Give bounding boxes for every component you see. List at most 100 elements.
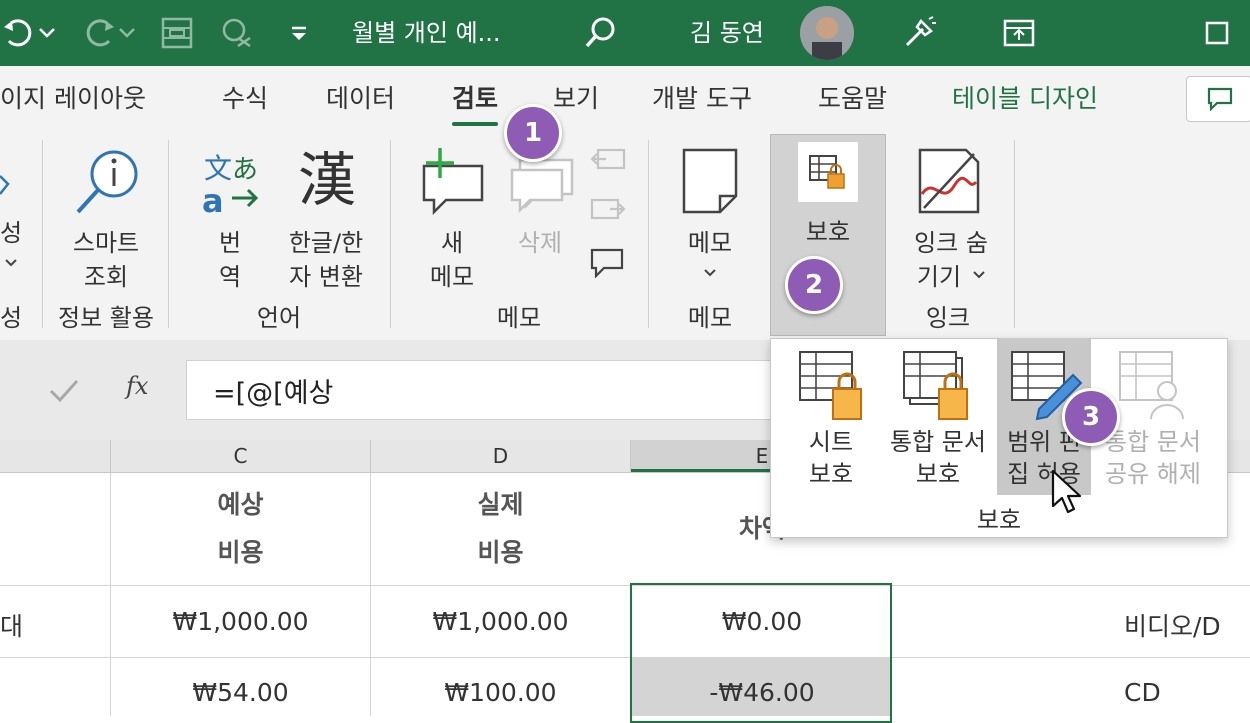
group-label-language: 언어	[256, 304, 302, 332]
hanja-icon: 漢	[297, 146, 356, 214]
protect-workbook-label-2: 보호	[915, 460, 961, 488]
maximize-icon[interactable]	[1198, 14, 1236, 52]
table-cell[interactable]: ₩0.00	[631, 607, 893, 636]
group-divider	[1014, 140, 1015, 328]
protect-sheet-icon	[809, 155, 845, 189]
tab-review[interactable]: 검토	[452, 66, 499, 130]
step-badge-2: 2	[785, 256, 843, 314]
user-name: 김 동연	[690, 19, 764, 47]
protect-sheet-button[interactable]: 시트 보호	[783, 345, 879, 495]
new-comment-label-2: 메모	[429, 263, 475, 291]
tab-data[interactable]: 데이터	[326, 66, 395, 130]
tab-view[interactable]: 보기	[553, 66, 599, 130]
group-label-insights: 정보 활용	[58, 304, 154, 332]
smart-lookup-button[interactable]: 스마트 조회	[58, 140, 154, 291]
notes-button[interactable]: 메모	[668, 140, 752, 290]
enter-check-icon[interactable]	[48, 378, 80, 404]
table-cell[interactable]: ₩1,000.00	[111, 607, 370, 636]
group-label-comments: 메모	[496, 304, 542, 332]
group-divider	[42, 140, 43, 328]
next-comment-icon[interactable]	[588, 196, 628, 228]
notes-label: 메모	[687, 229, 733, 257]
table-cell[interactable]: -₩46.00	[631, 678, 893, 707]
comment-icon	[1207, 87, 1233, 111]
new-comment-button[interactable]: 새 메모	[410, 140, 494, 291]
previous-comment-icon[interactable]	[588, 146, 628, 178]
column-header-b[interactable]	[0, 440, 111, 472]
delete-comment-label: 삭제	[517, 229, 563, 257]
chevron-down-icon[interactable]	[32, 14, 62, 52]
document-title: 월별 개인 예...	[352, 19, 501, 47]
table-cell[interactable]: CD	[1124, 678, 1161, 707]
avatar[interactable]	[800, 6, 854, 60]
ribbon-display-icon[interactable]	[1000, 14, 1038, 52]
tab-help[interactable]: 도움말	[818, 66, 887, 130]
mouse-cursor-icon	[1051, 469, 1082, 514]
table-cell[interactable]: 대	[0, 607, 24, 643]
header-cell-expected[interactable]: 비용	[111, 533, 370, 569]
gridline	[0, 657, 1250, 658]
chevron-down-icon	[973, 271, 985, 279]
hide-ink-icon	[918, 148, 980, 214]
insert-function-icon[interactable]: fx	[126, 372, 148, 400]
column-header-c[interactable]: C	[111, 440, 371, 472]
gridline	[0, 585, 1250, 586]
smart-lookup-label-1: 스마트	[72, 229, 140, 257]
translate-label-1: 번	[218, 229, 242, 257]
protect-sheet-label-1: 시트	[808, 428, 854, 456]
svg-text:あ: あ	[232, 155, 258, 185]
chevron-down-icon	[5, 259, 17, 267]
translate-label-2: 역	[218, 263, 242, 291]
chevron-down-icon	[704, 269, 716, 277]
smart-lookup-icon	[76, 150, 138, 214]
tab-developer[interactable]: 개발 도구	[652, 66, 752, 130]
formula-input[interactable]: =[@[예상	[186, 360, 788, 420]
hanja-label-1: 한글/한	[288, 229, 364, 257]
header-cell-actual[interactable]: 실제	[371, 485, 630, 521]
tab-formulas[interactable]: 수식	[222, 66, 268, 130]
group-label-ink: 잉크	[925, 304, 971, 332]
table-cell[interactable]: ₩1,000.00	[371, 607, 630, 636]
tab-table-design[interactable]: 테이블 디자인	[952, 66, 1098, 130]
comments-button[interactable]	[1186, 76, 1250, 122]
header-cell-expected[interactable]: 예상	[111, 485, 370, 521]
table-cell[interactable]: ₩100.00	[371, 678, 630, 707]
customize-qat-icon[interactable]	[280, 14, 318, 52]
group-label: 성	[0, 304, 23, 332]
hide-ink-button[interactable]: 잉크 숨 기기	[896, 140, 1006, 291]
column-header-d[interactable]: D	[371, 440, 631, 472]
show-comments-icon[interactable]	[588, 246, 628, 278]
protect-workbook-label-1: 통합 문서	[890, 428, 986, 456]
protect-workbook-icon	[903, 351, 968, 420]
form-icon[interactable]	[158, 14, 196, 52]
table-cell[interactable]: 비디오/D	[1124, 607, 1221, 643]
translate-icon: 文 あ a	[202, 152, 259, 218]
table-cell[interactable]: ₩54.00	[111, 678, 370, 707]
unshare-workbook-label-2: 공유 해제	[1105, 460, 1201, 488]
group-divider	[390, 140, 391, 328]
group-divider	[168, 140, 169, 328]
header-cell-actual[interactable]: 비용	[371, 533, 630, 569]
translate-button[interactable]: 文 あ a 번 역	[190, 140, 270, 291]
step-badge-3: 3	[1062, 388, 1120, 446]
hangul-hanja-convert-button[interactable]: 漢 한글/한 자 변환	[276, 140, 376, 291]
smart-lookup-label-2: 조회	[83, 263, 129, 291]
svg-text:文: 文	[204, 152, 232, 185]
protect-sheet-icon	[799, 351, 862, 420]
search-icon[interactable]	[582, 14, 620, 52]
protect-workbook-button[interactable]: 통합 문서 보호	[881, 345, 995, 495]
shapes-icon[interactable]	[218, 14, 256, 52]
idea-icon[interactable]	[900, 14, 938, 52]
ribbon: 성 성 스마트 조회 정보 활용 文 あ a 번 역 漢 한글/한 자 변환 언…	[0, 130, 1250, 341]
svg-text:a: a	[202, 182, 224, 218]
check-label[interactable]: 성	[0, 216, 22, 250]
note-icon	[682, 148, 738, 214]
group-divider	[648, 140, 649, 328]
step-badge-1: 1	[504, 104, 562, 162]
protect-dropdown: 시트 보호 통합 문서 보호 범위 편 집 허용 통합 문서 공유 해제 보호	[770, 338, 1228, 538]
ribbon-tabs: 이지 레이아웃 수식 데이터 검토 보기 개발 도구 도움말 테이블 디자인	[0, 66, 1250, 130]
delete-comment-button[interactable]: 삭제	[500, 140, 580, 290]
chevron-down-icon[interactable]	[112, 14, 142, 52]
tab-page-layout[interactable]: 이지 레이아웃	[0, 66, 146, 130]
group-label-notes: 메모	[687, 304, 733, 332]
